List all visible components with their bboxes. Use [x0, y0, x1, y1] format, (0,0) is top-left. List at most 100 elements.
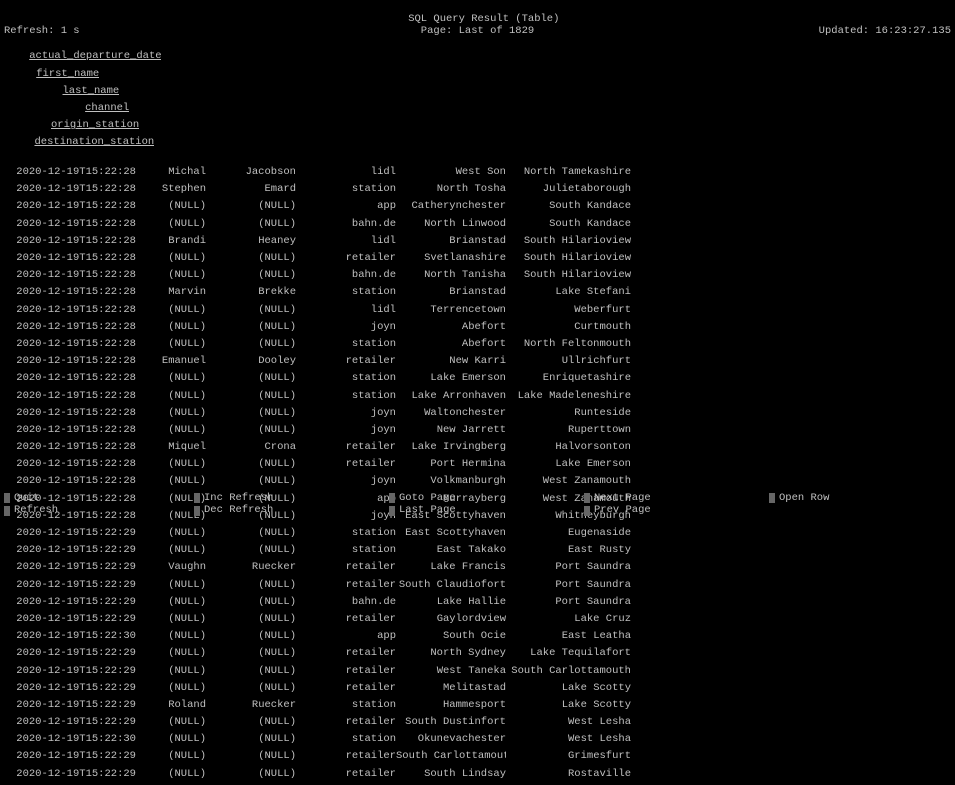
- refresh-status: Refresh: 1 s: [4, 25, 80, 38]
- table-row[interactable]: 2020-12-19T15:22:29(NULL)(NULL)retailerS…: [0, 750, 955, 767]
- table-row[interactable]: 2020-12-19T15:22:28(NULL)(NULL)bahn.deNo…: [0, 218, 955, 235]
- table-cell: 2020-12-19T15:22:28: [4, 286, 136, 299]
- table-cell: (NULL): [136, 407, 206, 420]
- column-header[interactable]: last_name: [29, 85, 119, 98]
- table-cell: retailer: [296, 441, 396, 454]
- table-cell: 2020-12-19T15:22:28: [4, 338, 136, 351]
- table-cell: North Sydney: [396, 647, 506, 660]
- table-cell: Melitastad: [396, 682, 506, 695]
- table-cell: Ruecker: [206, 561, 296, 574]
- table-row[interactable]: 2020-12-19T15:22:29(NULL)(NULL)retailerW…: [0, 665, 955, 682]
- cmd-inc-refresh[interactable]: Inc Refresh: [194, 492, 389, 505]
- table-row[interactable]: 2020-12-19T15:22:28(NULL)(NULL)joynNew J…: [0, 424, 955, 441]
- table-cell: 2020-12-19T15:22:28: [4, 304, 136, 317]
- table-row[interactable]: 2020-12-19T15:22:29RolandRueckerstationH…: [0, 699, 955, 716]
- table-row[interactable]: 2020-12-19T15:22:29(NULL)(NULL)stationEa…: [0, 544, 955, 561]
- table-row[interactable]: 2020-12-19T15:22:30(NULL)(NULL)appSouth …: [0, 630, 955, 647]
- table-row[interactable]: 2020-12-19T15:22:28(NULL)(NULL)joynAbefo…: [0, 321, 955, 338]
- table-cell: Lake Madeleneshire: [506, 390, 631, 403]
- table-cell: Stephen: [136, 183, 206, 196]
- table-row[interactable]: 2020-12-19T15:22:29VaughnRueckerretailer…: [0, 561, 955, 578]
- table-cell: Lake Arronhaven: [396, 390, 506, 403]
- table-row[interactable]: 2020-12-19T15:22:28(NULL)(NULL)stationAb…: [0, 338, 955, 355]
- table-cell: 2020-12-19T15:22:28: [4, 424, 136, 437]
- table-row[interactable]: 2020-12-19T15:22:28MarvinBrekkestationBr…: [0, 286, 955, 303]
- table-cell: (NULL): [206, 338, 296, 351]
- table-cell: 2020-12-19T15:22:29: [4, 768, 136, 781]
- cmd-goto-page[interactable]: Goto Page: [389, 492, 584, 505]
- table-cell: (NULL): [206, 682, 296, 695]
- table-row[interactable]: 2020-12-19T15:22:28(NULL)(NULL)lidlTerre…: [0, 304, 955, 321]
- cmd-open-row[interactable]: Open Row: [769, 492, 951, 505]
- column-header[interactable]: first_name: [29, 68, 99, 81]
- table-cell: 2020-12-19T15:22:29: [4, 750, 136, 763]
- table-row[interactable]: 2020-12-19T15:22:29(NULL)(NULL)retailerM…: [0, 682, 955, 699]
- table-cell: (NULL): [136, 544, 206, 557]
- table-row[interactable]: 2020-12-19T15:22:29(NULL)(NULL)bahn.deLa…: [0, 596, 955, 613]
- table-cell: station: [296, 527, 396, 540]
- table-row[interactable]: 2020-12-19T15:22:28(NULL)(NULL)bahn.deNo…: [0, 269, 955, 286]
- table-cell: Hammesport: [396, 699, 506, 712]
- table-cell: 2020-12-19T15:22:28: [4, 355, 136, 368]
- table-cell: (NULL): [206, 304, 296, 317]
- table-cell: retailer: [296, 579, 396, 592]
- table-row[interactable]: 2020-12-19T15:22:28(NULL)(NULL)retailerS…: [0, 252, 955, 269]
- table-cell: (NULL): [136, 458, 206, 471]
- table-row[interactable]: 2020-12-19T15:22:29(NULL)(NULL)retailerN…: [0, 647, 955, 664]
- table-row[interactable]: 2020-12-19T15:22:28(NULL)(NULL)joynWalto…: [0, 407, 955, 424]
- table-cell: West Lesha: [506, 733, 631, 746]
- table-cell: South Ocie: [396, 630, 506, 643]
- table-cell: West Zanamouth: [506, 475, 631, 488]
- table-cell: station: [296, 699, 396, 712]
- table-row[interactable]: 2020-12-19T15:22:29(NULL)(NULL)retailerS…: [0, 579, 955, 596]
- key-icon: [584, 506, 590, 516]
- table-row[interactable]: 2020-12-19T15:22:28(NULL)(NULL)stationLa…: [0, 372, 955, 389]
- table-cell: station: [296, 286, 396, 299]
- table-cell: 2020-12-19T15:22:29: [4, 527, 136, 540]
- column-header[interactable]: channel: [29, 102, 129, 115]
- column-header[interactable]: destination_station: [29, 136, 154, 149]
- cmd-quit[interactable]: Quit: [4, 492, 194, 505]
- key-icon: [4, 506, 10, 516]
- table-row[interactable]: 2020-12-19T15:22:29(NULL)(NULL)retailerS…: [0, 768, 955, 785]
- table-row[interactable]: 2020-12-19T15:22:28MiquelCronaretailerLa…: [0, 441, 955, 458]
- table-cell: Abefort: [396, 321, 506, 334]
- table-cell: (NULL): [206, 596, 296, 609]
- cmd-next-page[interactable]: Next Page: [584, 492, 769, 505]
- cmd-last-page[interactable]: Last Page: [389, 504, 584, 517]
- table-row[interactable]: 2020-12-19T15:22:29(NULL)(NULL)retailerS…: [0, 716, 955, 733]
- table-cell: (NULL): [136, 252, 206, 265]
- table-header-row: actual_departure_date first_name last_na…: [0, 38, 955, 166]
- table-row[interactable]: 2020-12-19T15:22:29(NULL)(NULL)retailerG…: [0, 613, 955, 630]
- result-table: actual_departure_date first_name last_na…: [0, 38, 955, 785]
- table-row[interactable]: 2020-12-19T15:22:28StephenEmardstationNo…: [0, 183, 955, 200]
- table-row[interactable]: 2020-12-19T15:22:28(NULL)(NULL)retailerP…: [0, 458, 955, 475]
- table-row[interactable]: 2020-12-19T15:22:28BrandiHeaneylidlBrian…: [0, 235, 955, 252]
- table-row[interactable]: 2020-12-19T15:22:28EmanuelDooleyretailer…: [0, 355, 955, 372]
- footer-commands: Quit Inc Refresh Goto Page Next Page Ope…: [0, 492, 955, 517]
- cmd-prev-page[interactable]: Prev Page: [584, 504, 769, 517]
- table-cell: (NULL): [206, 458, 296, 471]
- column-header[interactable]: origin_station: [29, 119, 139, 132]
- table-cell: Lake Irvingberg: [396, 441, 506, 454]
- cmd-dec-refresh[interactable]: Dec Refresh: [194, 504, 389, 517]
- table-cell: retailer: [296, 716, 396, 729]
- table-row[interactable]: 2020-12-19T15:22:28(NULL)(NULL)stationLa…: [0, 390, 955, 407]
- table-row[interactable]: 2020-12-19T15:22:28(NULL)(NULL)appCather…: [0, 200, 955, 217]
- table-row[interactable]: 2020-12-19T15:22:28(NULL)(NULL)joynVolkm…: [0, 475, 955, 492]
- cmd-refresh[interactable]: Refresh: [4, 504, 194, 517]
- table-row[interactable]: 2020-12-19T15:22:30(NULL)(NULL)stationOk…: [0, 733, 955, 750]
- table-cell: East Leatha: [506, 630, 631, 643]
- table-cell: Ruecker: [206, 699, 296, 712]
- table-cell: retailer: [296, 613, 396, 626]
- column-header[interactable]: actual_departure_date: [29, 50, 161, 63]
- table-row[interactable]: 2020-12-19T15:22:29(NULL)(NULL)stationEa…: [0, 527, 955, 544]
- table-cell: Runteside: [506, 407, 631, 420]
- table-cell: 2020-12-19T15:22:28: [4, 235, 136, 248]
- key-icon: [769, 493, 775, 503]
- table-cell: South Dustinfort: [396, 716, 506, 729]
- table-cell: retailer: [296, 750, 396, 763]
- table-cell: Lake Francis: [396, 561, 506, 574]
- table-row[interactable]: 2020-12-19T15:22:28MichalJacobsonlidlWes…: [0, 166, 955, 183]
- table-cell: (NULL): [206, 424, 296, 437]
